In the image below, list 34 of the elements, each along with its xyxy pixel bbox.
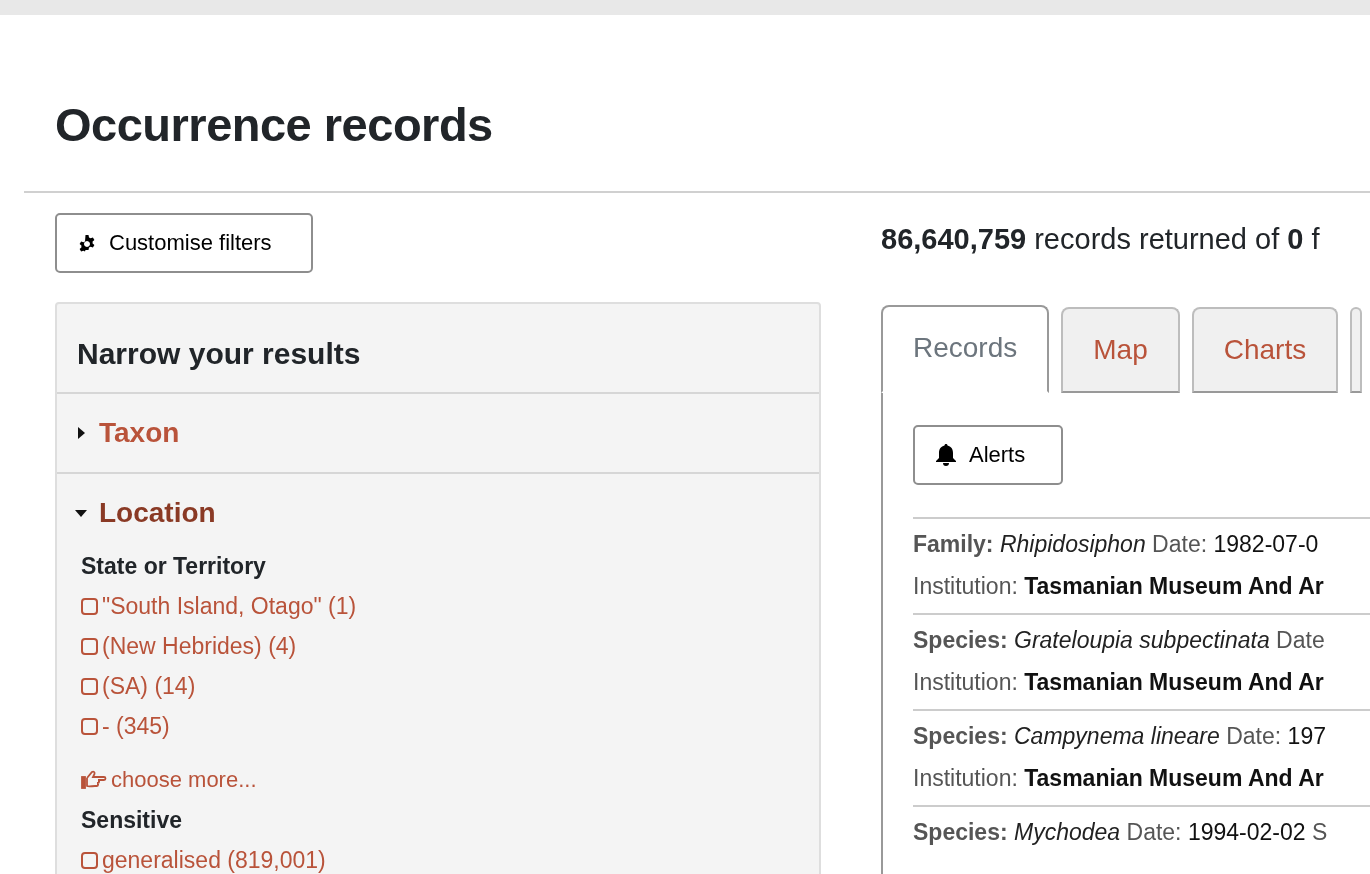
page-title: Occurrence records [55, 97, 494, 153]
pointing-hand-icon [81, 770, 107, 790]
record-summary: Family: Rhipidosiphon Date: 1982-07-0 [913, 530, 1319, 559]
record-summary: Species: Mychodea Date: 1994-02-02 S [913, 818, 1328, 847]
customise-filters-button[interactable]: Customise filters [55, 213, 313, 273]
checkbox[interactable] [81, 851, 98, 869]
facet-option[interactable]: - (345) [81, 706, 170, 746]
record-institution: Institution: Tasmanian Museum And Ar [913, 668, 1324, 697]
checkbox[interactable] [81, 597, 98, 615]
facet-option-label[interactable]: (SA) (14) [102, 666, 196, 706]
settings-icon [77, 233, 97, 253]
bell-icon [935, 443, 957, 467]
facet-group-title: State or Territory [81, 552, 266, 581]
record-institution: Institution: Tasmanian Museum And Ar [913, 764, 1324, 793]
facet-group-title: Sensitive [81, 806, 182, 835]
tab[interactable]: Map [1061, 307, 1180, 393]
choose-more-link[interactable]: choose more... [111, 760, 257, 800]
checkbox[interactable] [81, 677, 98, 695]
facet-option-label[interactable]: - (345) [102, 706, 170, 746]
tab[interactable]: Charts [1191, 307, 1339, 393]
record-institution: Institution: Tasmanian Museum And Ar [913, 572, 1324, 601]
panel-heading: Narrow your results [57, 304, 819, 394]
facet-toggle[interactable]: Location [57, 474, 234, 546]
facet-toggle[interactable]: Taxon [57, 394, 198, 472]
tab[interactable]: Records [881, 305, 1050, 393]
caret-right-icon [75, 427, 87, 439]
checkbox[interactable] [81, 717, 98, 735]
checkbox[interactable] [81, 637, 98, 655]
record-summary: Species: Campynema lineare Date: 197 [913, 722, 1326, 751]
facet-option[interactable]: (SA) (14) [81, 666, 196, 706]
record-summary: Species: Grateloupia subpectinata Date [913, 626, 1325, 655]
records-count-text: 86,640,759 records returned of 0 f [881, 222, 1321, 257]
caret-down-icon [75, 507, 87, 519]
alerts-button[interactable]: Alerts [913, 425, 1063, 485]
